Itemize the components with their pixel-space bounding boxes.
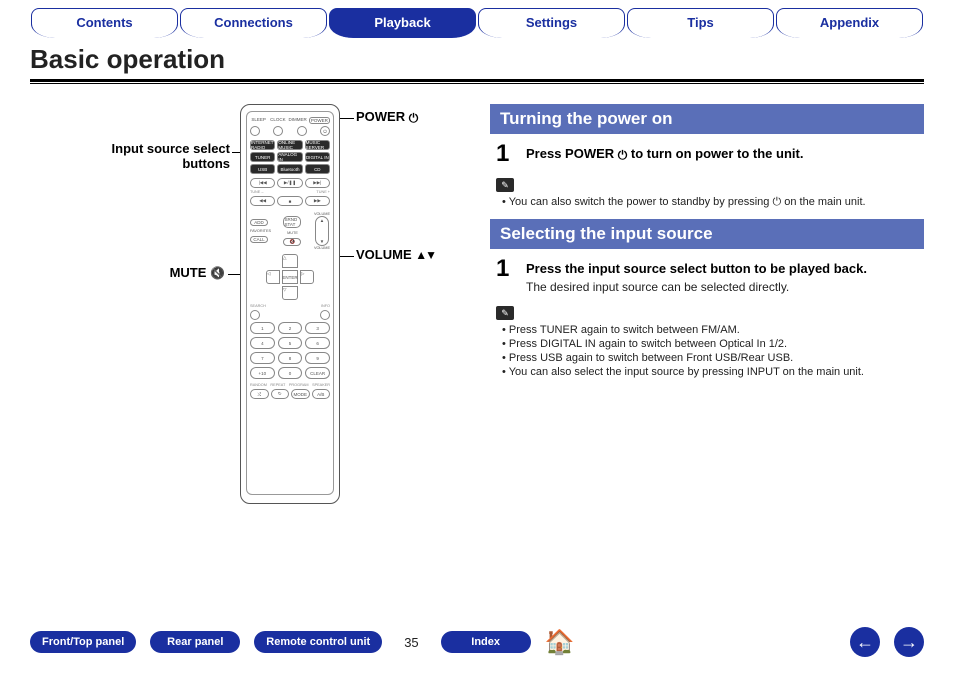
tab-playback[interactable]: Playback xyxy=(329,8,476,38)
step-text: Press POWER to turn on power to the unit… xyxy=(526,142,803,166)
step-number: 1 xyxy=(496,142,516,166)
volume-updown-icon xyxy=(415,247,435,262)
note-icon: ✎ xyxy=(496,306,514,320)
remote-dimmer-button[interactable] xyxy=(297,126,307,136)
mute-icon xyxy=(210,265,225,280)
remote-body: SLEEP CLOCK DIMMER POWER ⏻ INTERNET RADI… xyxy=(240,104,340,504)
remote-dpad[interactable]: △ ▽ ◁ ▷ ENTER xyxy=(260,254,320,300)
top-nav-tabs: Contents Connections Playback Settings T… xyxy=(0,0,954,38)
callout-input-source: Input source select buttons xyxy=(100,142,230,172)
remote-numpad[interactable]: 1 2 3 4 5 6 7 8 9 +10 0 CLEAR xyxy=(250,322,330,379)
remote-info-button[interactable] xyxy=(320,310,330,320)
tab-settings[interactable]: Settings xyxy=(478,8,625,38)
remote-stop-button[interactable]: ■ xyxy=(277,196,302,206)
step-number: 1 xyxy=(496,257,516,294)
callout-mute: MUTE xyxy=(140,266,225,281)
remote-diagram: POWER Input source select buttons VOLUME… xyxy=(30,96,470,516)
remote-search-button[interactable] xyxy=(250,310,260,320)
remote-speaker-button[interactable]: A/B xyxy=(312,389,331,399)
remote-srnd-button[interactable]: SRND STAT xyxy=(283,216,301,228)
remote-prev-button[interactable]: |◀◀ xyxy=(250,178,275,188)
remote-src-music-server[interactable]: MUSIC SERVER xyxy=(305,140,330,150)
remote-src-digital-in[interactable]: DIGITAL IN xyxy=(305,152,330,162)
remote-volume-rocker[interactable]: ▲▼ xyxy=(315,216,329,246)
remote-src-internet-radio[interactable]: INTERNET RADIO xyxy=(250,140,275,150)
tab-tips[interactable]: Tips xyxy=(627,8,774,38)
footer-rear-panel[interactable]: Rear panel xyxy=(150,631,240,653)
note-list: Press TUNER again to switch between FM/A… xyxy=(502,324,924,378)
section-heading-power: Turning the power on xyxy=(490,104,924,134)
page-title: Basic operation xyxy=(30,44,924,75)
remote-power-button[interactable]: ⏻ xyxy=(320,126,330,136)
next-page-button[interactable]: → xyxy=(894,627,924,657)
remote-sleep-button[interactable] xyxy=(250,126,260,136)
remote-ff-button[interactable]: ▶▶ xyxy=(305,196,330,206)
remote-src-tuner[interactable]: TUNER xyxy=(250,152,275,162)
remote-next-button[interactable]: ▶▶| xyxy=(305,178,330,188)
remote-random-button[interactable]: ⤮ xyxy=(250,389,269,399)
remote-rew-button[interactable]: ◀◀ xyxy=(250,196,275,206)
footer-index[interactable]: Index xyxy=(441,631,531,653)
step-subtext: The desired input source can be selected… xyxy=(526,280,867,294)
remote-play-pause-button[interactable]: ▶/❚❚ xyxy=(277,178,302,188)
remote-repeat-button[interactable]: ↻ xyxy=(271,389,290,399)
remote-add-button[interactable]: ADD xyxy=(250,219,268,226)
footer-remote-control[interactable]: Remote control unit xyxy=(254,631,382,653)
callout-power: POWER xyxy=(356,110,418,126)
remote-src-bluetooth[interactable]: Bluetooth xyxy=(277,164,302,174)
power-icon xyxy=(618,146,628,161)
page-number: 35 xyxy=(396,635,426,650)
tab-contents[interactable]: Contents xyxy=(31,8,178,38)
footer-nav: Front/Top panel Rear panel Remote contro… xyxy=(30,627,924,657)
remote-mute-button[interactable]: 🔇 xyxy=(283,238,301,246)
remote-src-usb[interactable]: USB xyxy=(250,164,275,174)
footer-front-top-panel[interactable]: Front/Top panel xyxy=(30,631,136,653)
remote-call-button[interactable]: CALL xyxy=(250,236,268,243)
remote-src-cd[interactable]: CD xyxy=(305,164,330,174)
remote-clock-button[interactable] xyxy=(273,126,283,136)
note-icon: ✎ xyxy=(496,178,514,192)
section-heading-input: Selecting the input source xyxy=(490,219,924,249)
prev-page-button[interactable]: ← xyxy=(850,627,880,657)
tab-appendix[interactable]: Appendix xyxy=(776,8,923,38)
callout-volume: VOLUME xyxy=(356,248,435,263)
tab-connections[interactable]: Connections xyxy=(180,8,327,38)
power-icon xyxy=(409,109,419,124)
home-icon[interactable]: 🏠 xyxy=(545,628,575,657)
remote-src-online-music[interactable]: ONLINE MUSIC xyxy=(277,140,302,150)
note-list: You can also switch the power to standby… xyxy=(502,196,924,209)
power-icon xyxy=(772,196,781,208)
remote-src-analog-in[interactable]: ANALOG IN xyxy=(277,152,302,162)
remote-program-button[interactable]: MODE xyxy=(291,389,310,399)
step-text: Press the input source select button to … xyxy=(526,257,867,294)
